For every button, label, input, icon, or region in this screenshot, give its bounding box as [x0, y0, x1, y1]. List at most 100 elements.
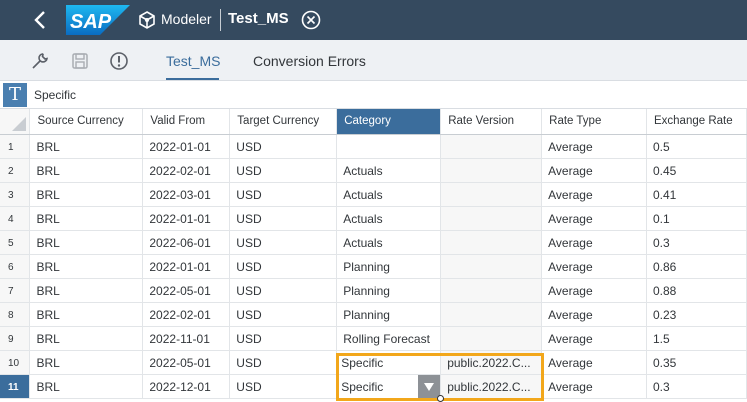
cell-exchange-rate[interactable]: 0.23	[646, 302, 747, 327]
cell-valid-from[interactable]: 2022-02-01	[142, 158, 231, 183]
cell-target-currency[interactable]: USD	[229, 230, 338, 255]
cell-valid-from[interactable]: 2022-01-01	[142, 134, 231, 159]
column-header[interactable]: Target Currency	[229, 109, 338, 135]
cell-rate-type[interactable]: Average	[541, 326, 647, 351]
cell-rate-version[interactable]	[440, 254, 543, 279]
cell-category[interactable]: Planning	[336, 254, 442, 279]
cell-category[interactable]: Specific	[336, 350, 442, 375]
cell-category[interactable]: Actuals	[336, 206, 442, 231]
row-number[interactable]: 9	[0, 326, 31, 351]
cell-rate-version[interactable]: public.2022.C...	[440, 350, 543, 375]
cell-rate-type[interactable]: Average	[541, 350, 647, 375]
cell-exchange-rate[interactable]: 0.5	[646, 134, 747, 159]
cell-target-currency[interactable]: USD	[229, 326, 338, 351]
row-number[interactable]: 10	[0, 350, 31, 375]
row-number-current[interactable]: 11	[0, 374, 31, 399]
cell-source-currency[interactable]: BRL	[29, 254, 144, 279]
row-number[interactable]: 6	[0, 254, 31, 279]
cell-source-currency[interactable]: BRL	[29, 302, 144, 327]
cell-source-currency[interactable]: BRL	[29, 206, 144, 231]
cell-rate-version[interactable]	[440, 302, 543, 327]
sap-logo[interactable]: SAP	[66, 5, 130, 35]
cell-rate-version[interactable]	[440, 278, 543, 303]
tab-conversion-errors[interactable]: Conversion Errors	[253, 53, 366, 69]
cell-target-currency[interactable]: USD	[229, 158, 338, 183]
cell-exchange-rate[interactable]: 0.45	[646, 158, 747, 183]
cell-rate-type[interactable]: Average	[541, 182, 647, 207]
cell-category[interactable]: Planning	[336, 278, 442, 303]
cell-target-currency[interactable]: USD	[229, 254, 338, 279]
cell-rate-version[interactable]	[440, 206, 543, 231]
info-icon[interactable]	[109, 51, 129, 71]
cell-exchange-rate[interactable]: 0.3	[646, 230, 747, 255]
cell-target-currency[interactable]: USD	[229, 302, 338, 327]
row-number[interactable]: 4	[0, 206, 31, 231]
back-button[interactable]	[20, 0, 60, 40]
cell-exchange-rate[interactable]: 0.88	[646, 278, 747, 303]
column-header[interactable]: Exchange Rate	[646, 109, 747, 135]
cell-source-currency[interactable]: BRL	[29, 158, 144, 183]
cell-valid-from[interactable]: 2022-05-01	[142, 278, 231, 303]
row-number[interactable]: 5	[0, 230, 31, 255]
cell-source-currency[interactable]: BRL	[29, 134, 144, 159]
cell-category[interactable]: Planning	[336, 302, 442, 327]
row-number[interactable]: 7	[0, 278, 31, 303]
cell-rate-type[interactable]: Average	[541, 254, 647, 279]
cell-rate-type[interactable]: Average	[541, 134, 647, 159]
cell-rate-type[interactable]: Average	[541, 278, 647, 303]
cell-category[interactable]: Actuals	[336, 182, 442, 207]
cell-valid-from[interactable]: 2022-01-01	[142, 254, 231, 279]
formula-bar-value[interactable]: Specific	[34, 88, 76, 102]
cell-valid-from[interactable]: 2022-01-01	[142, 206, 231, 231]
cell-rate-type[interactable]: Average	[541, 374, 647, 399]
cell-target-currency[interactable]: USD	[229, 206, 338, 231]
cell-rate-version[interactable]	[440, 134, 543, 159]
column-header-selected[interactable]: Category	[336, 109, 442, 135]
category-dropdown-button[interactable]	[418, 374, 440, 397]
column-header[interactable]: Source Currency	[29, 109, 144, 135]
row-number[interactable]: 2	[0, 158, 31, 183]
cell-valid-from[interactable]: 2022-12-01	[142, 374, 231, 399]
cell-source-currency[interactable]: BRL	[29, 182, 144, 207]
cell-source-currency[interactable]: BRL	[29, 230, 144, 255]
row-number[interactable]: 1	[0, 134, 31, 159]
close-icon[interactable]	[300, 9, 322, 31]
cell-category[interactable]: Actuals	[336, 158, 442, 183]
select-all-corner[interactable]	[0, 109, 31, 135]
cell-exchange-rate[interactable]: 0.41	[646, 182, 747, 207]
cell-target-currency[interactable]: USD	[229, 182, 338, 207]
column-header[interactable]: Valid From	[142, 109, 231, 135]
cell-exchange-rate[interactable]: 0.86	[646, 254, 747, 279]
cell-valid-from[interactable]: 2022-02-01	[142, 302, 231, 327]
cell-target-currency[interactable]: USD	[229, 278, 338, 303]
cell-category-editing[interactable]: Specific	[336, 374, 442, 399]
row-number[interactable]: 3	[0, 182, 31, 207]
cell-source-currency[interactable]: BRL	[29, 278, 144, 303]
cell-exchange-rate[interactable]: 0.1	[646, 206, 747, 231]
cell-category[interactable]	[336, 134, 442, 159]
cell-rate-version[interactable]: public.2022.C...	[440, 374, 543, 399]
save-icon[interactable]	[70, 51, 90, 71]
formula-bar[interactable]: T Specific	[0, 81, 747, 109]
cell-valid-from[interactable]: 2022-03-01	[142, 182, 231, 207]
cell-target-currency[interactable]: USD	[229, 374, 338, 399]
cell-rate-version[interactable]	[440, 326, 543, 351]
cell-category[interactable]: Rolling Forecast	[336, 326, 442, 351]
cell-valid-from[interactable]: 2022-06-01	[142, 230, 231, 255]
column-header[interactable]: Rate Type	[541, 109, 647, 135]
cell-exchange-rate[interactable]: 0.3	[646, 374, 747, 399]
cell-rate-version[interactable]	[440, 158, 543, 183]
wrench-icon[interactable]	[30, 51, 50, 71]
category-editor-value[interactable]: Specific	[341, 380, 383, 394]
cell-rate-type[interactable]: Average	[541, 158, 647, 183]
cell-rate-version[interactable]	[440, 230, 543, 255]
row-number[interactable]: 8	[0, 302, 31, 327]
cell-source-currency[interactable]: BRL	[29, 350, 144, 375]
cell-rate-type[interactable]: Average	[541, 230, 647, 255]
column-header[interactable]: Rate Version	[440, 109, 543, 135]
cell-target-currency[interactable]: USD	[229, 350, 338, 375]
cell-rate-version[interactable]	[440, 182, 543, 207]
cell-rate-type[interactable]: Average	[541, 206, 647, 231]
cell-source-currency[interactable]: BRL	[29, 374, 144, 399]
cell-rate-type[interactable]: Average	[541, 302, 647, 327]
